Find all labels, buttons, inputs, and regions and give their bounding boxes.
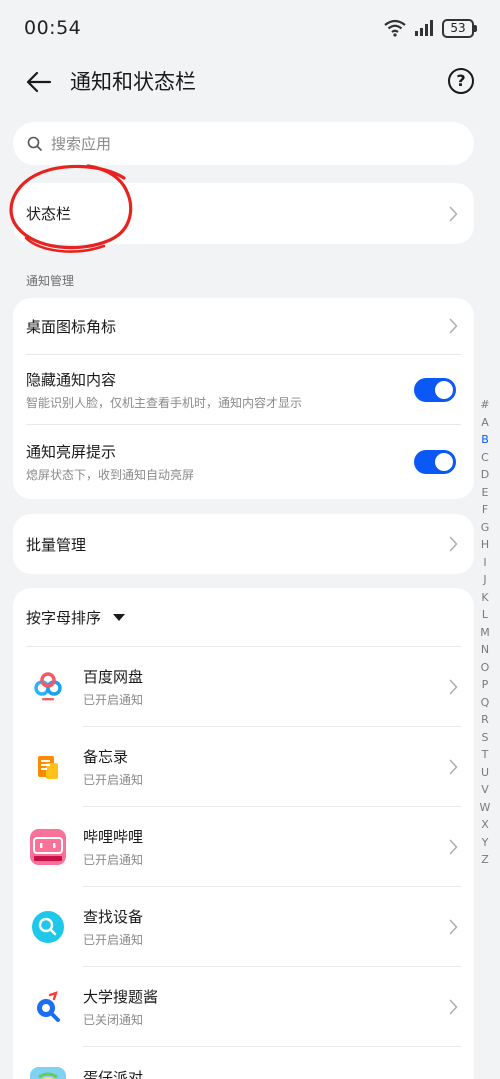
index-letter[interactable]: P bbox=[477, 676, 493, 694]
wake-screen-item[interactable]: 通知亮屏提示 熄屏状态下，收到通知自动亮屏 bbox=[13, 425, 474, 499]
app-list-card: 按字母排序 百度网盘 已开启通知 备忘录 已开启通知 哔哩哔哩 已开启通知 查找… bbox=[13, 588, 474, 1079]
app-notification-status: 已开启通知 bbox=[83, 932, 144, 947]
index-letter[interactable]: R bbox=[477, 711, 493, 729]
index-letter[interactable]: J bbox=[477, 571, 493, 589]
app-item-eggy-party[interactable]: 蛋仔派对 bbox=[13, 1047, 474, 1079]
chevron-right-icon bbox=[449, 536, 458, 552]
app-item-baidu-netdisk[interactable]: 百度网盘 已开启通知 bbox=[13, 647, 474, 726]
index-letter[interactable]: L bbox=[477, 606, 493, 624]
status-icons: 53 bbox=[384, 18, 477, 38]
index-letter[interactable]: G bbox=[477, 519, 493, 537]
index-letter[interactable]: O bbox=[477, 659, 493, 677]
index-letter[interactable]: Q bbox=[477, 694, 493, 712]
notification-card: 桌面图标角标 隐藏通知内容 智能识别人脸，仅机主查看手机时，通知内容才显示 通知… bbox=[13, 298, 474, 499]
index-letter[interactable]: Y bbox=[477, 834, 493, 852]
index-letter[interactable]: B bbox=[477, 431, 493, 449]
chevron-right-icon bbox=[449, 919, 458, 934]
app-item-bilibili[interactable]: 哔哩哔哩 已开启通知 bbox=[13, 807, 474, 886]
memo-icon bbox=[30, 748, 66, 785]
app-notification-status: 已开启通知 bbox=[83, 692, 144, 707]
status-bar-card: 状态栏 bbox=[13, 183, 474, 244]
app-name: 大学搜题酱 bbox=[83, 987, 159, 1006]
hide-content-toggle[interactable] bbox=[414, 377, 456, 402]
index-letter[interactable]: T bbox=[477, 746, 493, 764]
sort-label: 按字母排序 bbox=[26, 608, 102, 627]
wake-screen-description: 熄屏状态下，收到通知自动亮屏 bbox=[26, 468, 195, 482]
app-name: 百度网盘 bbox=[83, 667, 144, 686]
college-search-icon bbox=[30, 988, 66, 1025]
app-notification-status: 已关闭通知 bbox=[83, 1012, 144, 1027]
app-name: 备忘录 bbox=[83, 747, 129, 766]
index-letter[interactable]: W bbox=[477, 799, 493, 817]
hide-content-label: 隐藏通知内容 bbox=[26, 370, 117, 389]
wake-screen-toggle[interactable] bbox=[414, 450, 456, 474]
app-item-find-device[interactable]: 查找设备 已开启通知 bbox=[13, 887, 474, 966]
bilibili-icon bbox=[30, 828, 66, 865]
baidu-netdisk-icon bbox=[30, 668, 66, 705]
wifi-icon bbox=[384, 19, 406, 37]
battery-indicator: 53 bbox=[442, 18, 477, 38]
app-item-memo[interactable]: 备忘录 已开启通知 bbox=[13, 727, 474, 806]
page-title: 通知和状态栏 bbox=[70, 70, 196, 94]
index-letter[interactable]: K bbox=[477, 589, 493, 607]
status-bar-item[interactable]: 状态栏 bbox=[13, 183, 474, 244]
search-bar[interactable] bbox=[13, 122, 474, 165]
app-name: 查找设备 bbox=[83, 907, 144, 926]
wake-screen-label: 通知亮屏提示 bbox=[26, 443, 117, 461]
sort-dropdown[interactable]: 按字母排序 bbox=[13, 588, 474, 646]
index-letter[interactable]: F bbox=[477, 501, 493, 519]
eggy-party-icon bbox=[30, 1067, 66, 1079]
index-letter[interactable]: C bbox=[477, 449, 493, 467]
back-arrow-icon[interactable] bbox=[24, 68, 54, 96]
index-letter[interactable]: A bbox=[477, 414, 493, 432]
batch-card: 批量管理 bbox=[13, 514, 474, 574]
chevron-right-icon bbox=[449, 318, 458, 334]
badge-item[interactable]: 桌面图标角标 bbox=[13, 298, 474, 354]
index-letter[interactable]: X bbox=[477, 816, 493, 834]
index-letter[interactable]: # bbox=[477, 396, 493, 414]
alphabet-index-bar[interactable]: # A B C D E F G H I J K L M N O P Q R S T U V W X Y Z bbox=[477, 396, 493, 869]
app-name: 哔哩哔哩 bbox=[83, 827, 144, 846]
index-letter[interactable]: I bbox=[477, 554, 493, 572]
index-letter[interactable]: Z bbox=[477, 851, 493, 869]
app-notification-status: 已开启通知 bbox=[83, 852, 144, 867]
index-letter[interactable]: U bbox=[477, 764, 493, 782]
index-letter[interactable]: S bbox=[477, 729, 493, 747]
hide-content-item[interactable]: 隐藏通知内容 智能识别人脸，仅机主查看手机时，通知内容才显示 bbox=[13, 355, 474, 424]
batch-management-label: 批量管理 bbox=[26, 535, 87, 554]
hide-content-description: 智能识别人脸，仅机主查看手机时，通知内容才显示 bbox=[26, 395, 303, 410]
signal-icon bbox=[415, 20, 433, 36]
chevron-right-icon bbox=[449, 679, 458, 694]
app-name: 蛋仔派对 bbox=[83, 1069, 144, 1079]
index-letter[interactable]: D bbox=[477, 466, 493, 484]
batch-management-item[interactable]: 批量管理 bbox=[13, 514, 474, 574]
status-bar-label: 状态栏 bbox=[26, 205, 72, 223]
index-letter[interactable]: H bbox=[477, 536, 493, 554]
section-label-notification: 通知管理 bbox=[26, 274, 75, 288]
index-letter[interactable]: V bbox=[477, 781, 493, 799]
app-item-college-search[interactable]: 大学搜题酱 已关闭通知 bbox=[13, 967, 474, 1046]
index-letter[interactable]: N bbox=[477, 641, 493, 659]
chevron-right-icon bbox=[449, 999, 458, 1014]
badge-item-label: 桌面图标角标 bbox=[26, 317, 117, 336]
search-input[interactable] bbox=[51, 134, 431, 153]
chevron-right-icon bbox=[449, 759, 458, 774]
index-letter[interactable]: E bbox=[477, 484, 493, 502]
help-icon[interactable]: ? bbox=[448, 68, 474, 94]
index-letter[interactable]: M bbox=[477, 624, 493, 642]
page-header: 通知和状态栏 ? bbox=[0, 56, 500, 108]
chevron-right-icon bbox=[449, 206, 458, 221]
chevron-right-icon bbox=[449, 839, 458, 854]
app-notification-status: 已开启通知 bbox=[83, 772, 144, 787]
caret-down-icon bbox=[113, 613, 126, 621]
find-device-icon bbox=[30, 908, 66, 945]
search-icon bbox=[27, 136, 42, 151]
status-time: 00:54 bbox=[24, 17, 82, 39]
status-bar: 00:54 53 bbox=[0, 0, 500, 56]
